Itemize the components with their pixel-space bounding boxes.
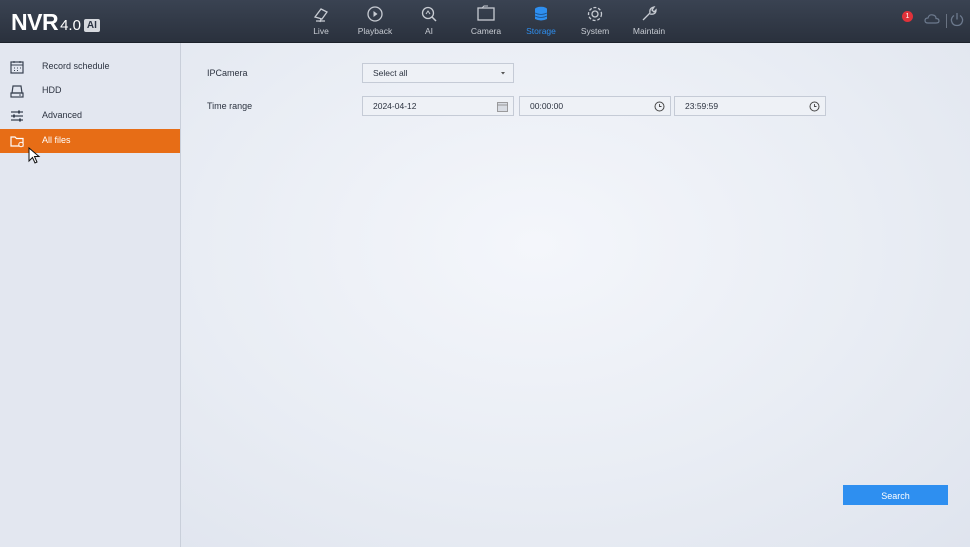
nav-live[interactable]: Live — [293, 2, 349, 42]
version-label: 4.0 — [60, 17, 81, 34]
main-content: IPCamera Select all Time range 2024-04-1… — [181, 43, 970, 547]
nav-label: Maintain — [632, 26, 666, 36]
start-time-value: 00:00:00 — [530, 101, 564, 111]
nav-label: System — [580, 26, 610, 36]
ipcamera-select[interactable]: Select all — [362, 63, 514, 83]
ipcamera-label: IPCamera — [207, 68, 248, 78]
camera-screen-icon — [477, 5, 495, 21]
wrench-icon — [642, 6, 657, 21]
sidebar-item-label: Record schedule — [42, 61, 110, 71]
sidebar-item-label: HDD — [42, 85, 62, 95]
folder-icon — [10, 136, 24, 148]
nav-label: AI — [424, 26, 434, 36]
gear-icon — [587, 6, 603, 22]
date-field[interactable]: 2024-04-12 — [362, 96, 514, 116]
date-field-value: 2024-04-12 — [373, 101, 417, 111]
nav-playback[interactable]: Playback — [347, 2, 403, 42]
storage-icon — [534, 6, 548, 21]
nav-label: Camera — [470, 26, 502, 36]
timerange-label: Time range — [207, 101, 253, 111]
nav-storage[interactable]: Storage — [513, 2, 569, 42]
top-bar: NVR 4.0 AI Live Playback AI Camera Storage… — [0, 0, 970, 43]
nav-camera[interactable]: Camera — [458, 2, 514, 42]
power-icon[interactable] — [950, 12, 964, 27]
clock-icon[interactable] — [809, 101, 820, 112]
sidebar-item-label: Advanced — [42, 110, 83, 120]
calendar-icon[interactable] — [497, 101, 508, 112]
sliders-icon — [11, 110, 23, 122]
sidebar-item-record-schedule[interactable]: Record schedule — [0, 55, 180, 79]
end-time-value: 23:59:59 — [685, 101, 719, 111]
calendar-icon — [10, 61, 24, 74]
nav-label: Live — [313, 26, 329, 36]
sidebar-item-all-files[interactable]: All files — [0, 129, 180, 153]
brand-name: NVR — [11, 9, 59, 35]
sidebar-item-label: All files — [42, 135, 71, 145]
nav-label: Storage — [526, 26, 556, 36]
nav-system[interactable]: System — [567, 2, 623, 42]
ai-badge: AI — [83, 19, 100, 32]
sidebar-item-hdd[interactable]: HDD — [0, 79, 180, 103]
search-button[interactable]: Search — [843, 485, 948, 505]
playback-icon — [367, 6, 383, 22]
logo: NVR 4.0 AI — [11, 9, 100, 36]
nav-ai[interactable]: AI — [401, 2, 457, 42]
ipcamera-select-value: Select all — [373, 68, 408, 78]
sidebar: Record schedule HDD Advanced All files — [0, 43, 181, 547]
sidebar-item-advanced[interactable]: Advanced — [0, 104, 180, 128]
end-time-field[interactable]: 23:59:59 — [674, 96, 826, 116]
nav-label: Playback — [357, 26, 393, 36]
nav-maintain[interactable]: Maintain — [621, 2, 677, 42]
clock-icon[interactable] — [654, 101, 665, 112]
header-divider — [946, 14, 947, 28]
hdd-icon — [10, 85, 24, 98]
mouse-cursor-icon — [28, 147, 41, 164]
alarm-count-badge: 1 — [902, 11, 913, 22]
start-time-field[interactable]: 00:00:00 — [519, 96, 671, 116]
ai-search-icon — [421, 6, 437, 22]
cloud-icon[interactable] — [924, 13, 940, 25]
camera-icon — [313, 8, 328, 23]
chevron-down-icon — [501, 72, 505, 75]
alarm-button[interactable]: 1 — [901, 11, 915, 26]
